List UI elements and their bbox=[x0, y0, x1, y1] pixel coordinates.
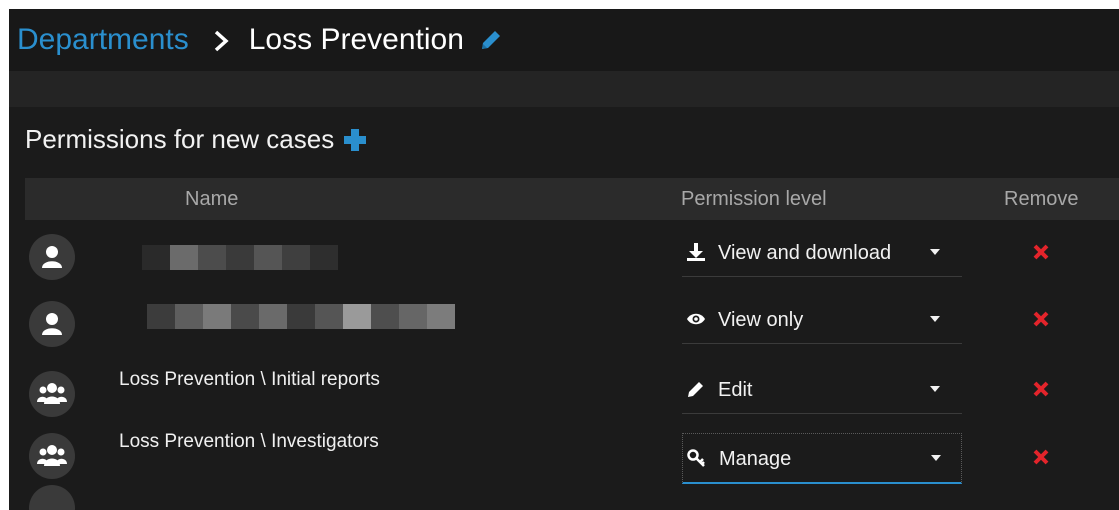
section-title: Permissions for new cases bbox=[25, 124, 335, 154]
permission-dropdown[interactable]: Manage bbox=[682, 433, 962, 484]
download-icon bbox=[686, 242, 706, 262]
redacted-user-name bbox=[142, 245, 338, 270]
section-header: Permissions for new cases bbox=[25, 124, 368, 155]
pencil-icon bbox=[686, 379, 706, 399]
column-header-name[interactable]: Name bbox=[185, 188, 238, 211]
group-avatar-icon bbox=[29, 371, 75, 417]
caret-down-icon bbox=[930, 386, 940, 392]
breadcrumb-departments-link[interactable]: Departments bbox=[17, 23, 189, 57]
sub-toolbar bbox=[9, 71, 1119, 107]
caret-down-icon bbox=[930, 249, 940, 255]
remove-x-icon[interactable] bbox=[1032, 448, 1050, 466]
key-icon bbox=[687, 448, 707, 468]
remove-x-icon[interactable] bbox=[1032, 310, 1050, 328]
breadcrumb: Departments Loss Prevention bbox=[9, 9, 1119, 71]
column-header-permission[interactable]: Permission level bbox=[681, 188, 827, 211]
user-avatar-icon bbox=[29, 234, 75, 280]
table-row: View only bbox=[9, 295, 1119, 363]
eye-icon bbox=[686, 309, 706, 329]
chevron-right-icon bbox=[211, 25, 239, 55]
add-permission-plus-icon[interactable] bbox=[342, 127, 368, 153]
breadcrumb-current: Loss Prevention bbox=[248, 23, 464, 56]
remove-x-icon[interactable] bbox=[1032, 380, 1050, 398]
permission-dropdown[interactable]: View only bbox=[682, 295, 962, 344]
row-name: Loss Prevention \ Initial reports bbox=[119, 369, 380, 390]
table-row: View and download bbox=[9, 228, 1119, 296]
department-panel: Departments Loss Prevention Permissions … bbox=[9, 9, 1119, 510]
table-row: Loss Prevention \ Initial reports Edit bbox=[9, 365, 1119, 433]
remove-x-icon[interactable] bbox=[1032, 243, 1050, 261]
permission-label: Edit bbox=[718, 379, 753, 401]
permission-dropdown[interactable]: View and download bbox=[682, 228, 962, 277]
permission-label: Manage bbox=[719, 448, 792, 470]
group-avatar-icon bbox=[29, 433, 75, 479]
caret-down-icon bbox=[930, 316, 940, 322]
row-name: Loss Prevention \ Investigators bbox=[119, 431, 379, 452]
edit-name-pencil-icon[interactable] bbox=[478, 27, 504, 53]
table-row: Loss Prevention \ Investigators Manage bbox=[9, 427, 1119, 495]
column-header-remove: Remove bbox=[1004, 188, 1079, 210]
table-header: Name Permission level Remove bbox=[25, 178, 1119, 220]
caret-down-icon bbox=[931, 455, 941, 461]
redacted-user-name bbox=[147, 304, 455, 329]
user-avatar-icon bbox=[29, 301, 75, 347]
permission-label: View only bbox=[718, 309, 804, 331]
permission-label: View and download bbox=[718, 242, 892, 264]
permission-dropdown[interactable]: Edit bbox=[682, 365, 962, 414]
